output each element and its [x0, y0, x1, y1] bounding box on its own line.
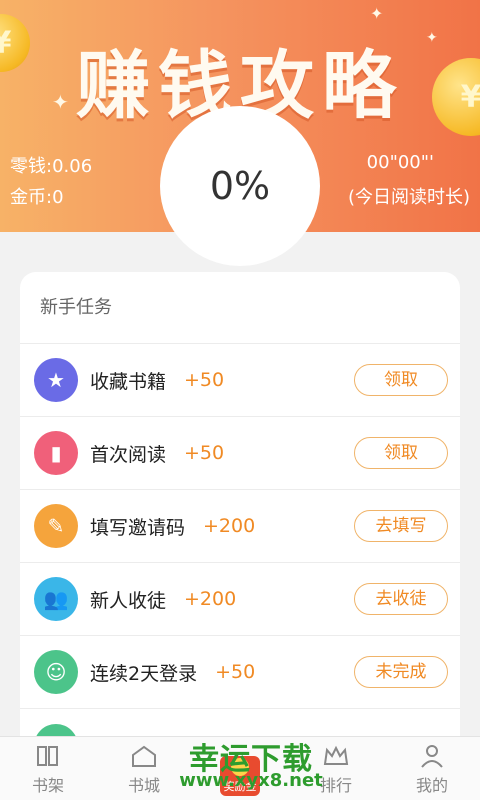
tab-label: 我的 [415, 776, 448, 795]
claim-button[interactable]: 领取 [354, 364, 448, 396]
task-name: 首次阅读 [90, 443, 167, 466]
task-row: ✎ 填写邀请码 +200 去填写 [20, 490, 460, 563]
task-name: 收藏书籍 [90, 370, 167, 393]
coin-icon: ¥ [0, 14, 30, 72]
bookstore-icon [131, 744, 157, 768]
task-name: 填写邀请码 [90, 516, 186, 539]
task-section-title: 新手任务 [20, 272, 460, 344]
sparkle-icon: ✦ [426, 30, 438, 46]
task-row: ☺ 连续2天登录 +50 未完成 [20, 636, 460, 709]
profile-icon [419, 744, 445, 768]
tab-label: 书城 [127, 776, 160, 795]
task-name: 连续2天登录 [90, 662, 198, 685]
task-row: 👥 新人收徒 +200 去收徒 [20, 563, 460, 636]
task-reward: +200 [184, 588, 237, 610]
coin-icon: ¥ [432, 58, 480, 136]
edit-icon: ✎ [34, 504, 78, 548]
watermark-url: www.xyx8.net [179, 770, 323, 791]
tab-profile[interactable]: 我的 [384, 737, 480, 800]
task-row: ★ 收藏书籍 +50 领取 [20, 344, 460, 417]
fill-invite-code-button[interactable]: 去填写 [354, 510, 448, 542]
people-icon: 👥 [34, 577, 78, 621]
newbie-task-card: 新手任务 ★ 收藏书籍 +50 领取 ▮ 首次阅读 +50 领取 ✎ 填写邀请码… [20, 272, 460, 752]
tab-bookshelf[interactable]: 书架 [0, 737, 96, 800]
incomplete-button[interactable]: 未完成 [354, 656, 448, 688]
recruit-button[interactable]: 去收徒 [354, 583, 448, 615]
star-icon: ★ [34, 358, 78, 402]
bookshelf-icon [35, 744, 61, 768]
claim-button[interactable]: 领取 [354, 437, 448, 469]
progress-text: 0% [209, 164, 271, 208]
reading-time: 00"00"' [366, 152, 434, 173]
task-reward: +200 [203, 515, 256, 537]
sparkle-icon: ✦ [370, 4, 384, 23]
task-reward: +50 [184, 442, 225, 464]
book-icon: ▮ [34, 431, 78, 475]
task-reward: +50 [184, 369, 225, 391]
tab-label: 书架 [31, 776, 64, 795]
change-balance: 零钱:0.06 [10, 156, 93, 177]
task-row: ▮ 首次阅读 +50 领取 [20, 417, 460, 490]
reading-time-label: (今日阅读时长) [347, 187, 470, 208]
task-name: 新人收徒 [90, 589, 167, 612]
crown-icon [323, 744, 349, 768]
gold-balance: 金币:0 [10, 187, 64, 208]
user-check-icon: ☺ [34, 650, 78, 694]
task-reward: +50 [215, 661, 256, 683]
reading-progress-circle: 0% [160, 106, 320, 266]
